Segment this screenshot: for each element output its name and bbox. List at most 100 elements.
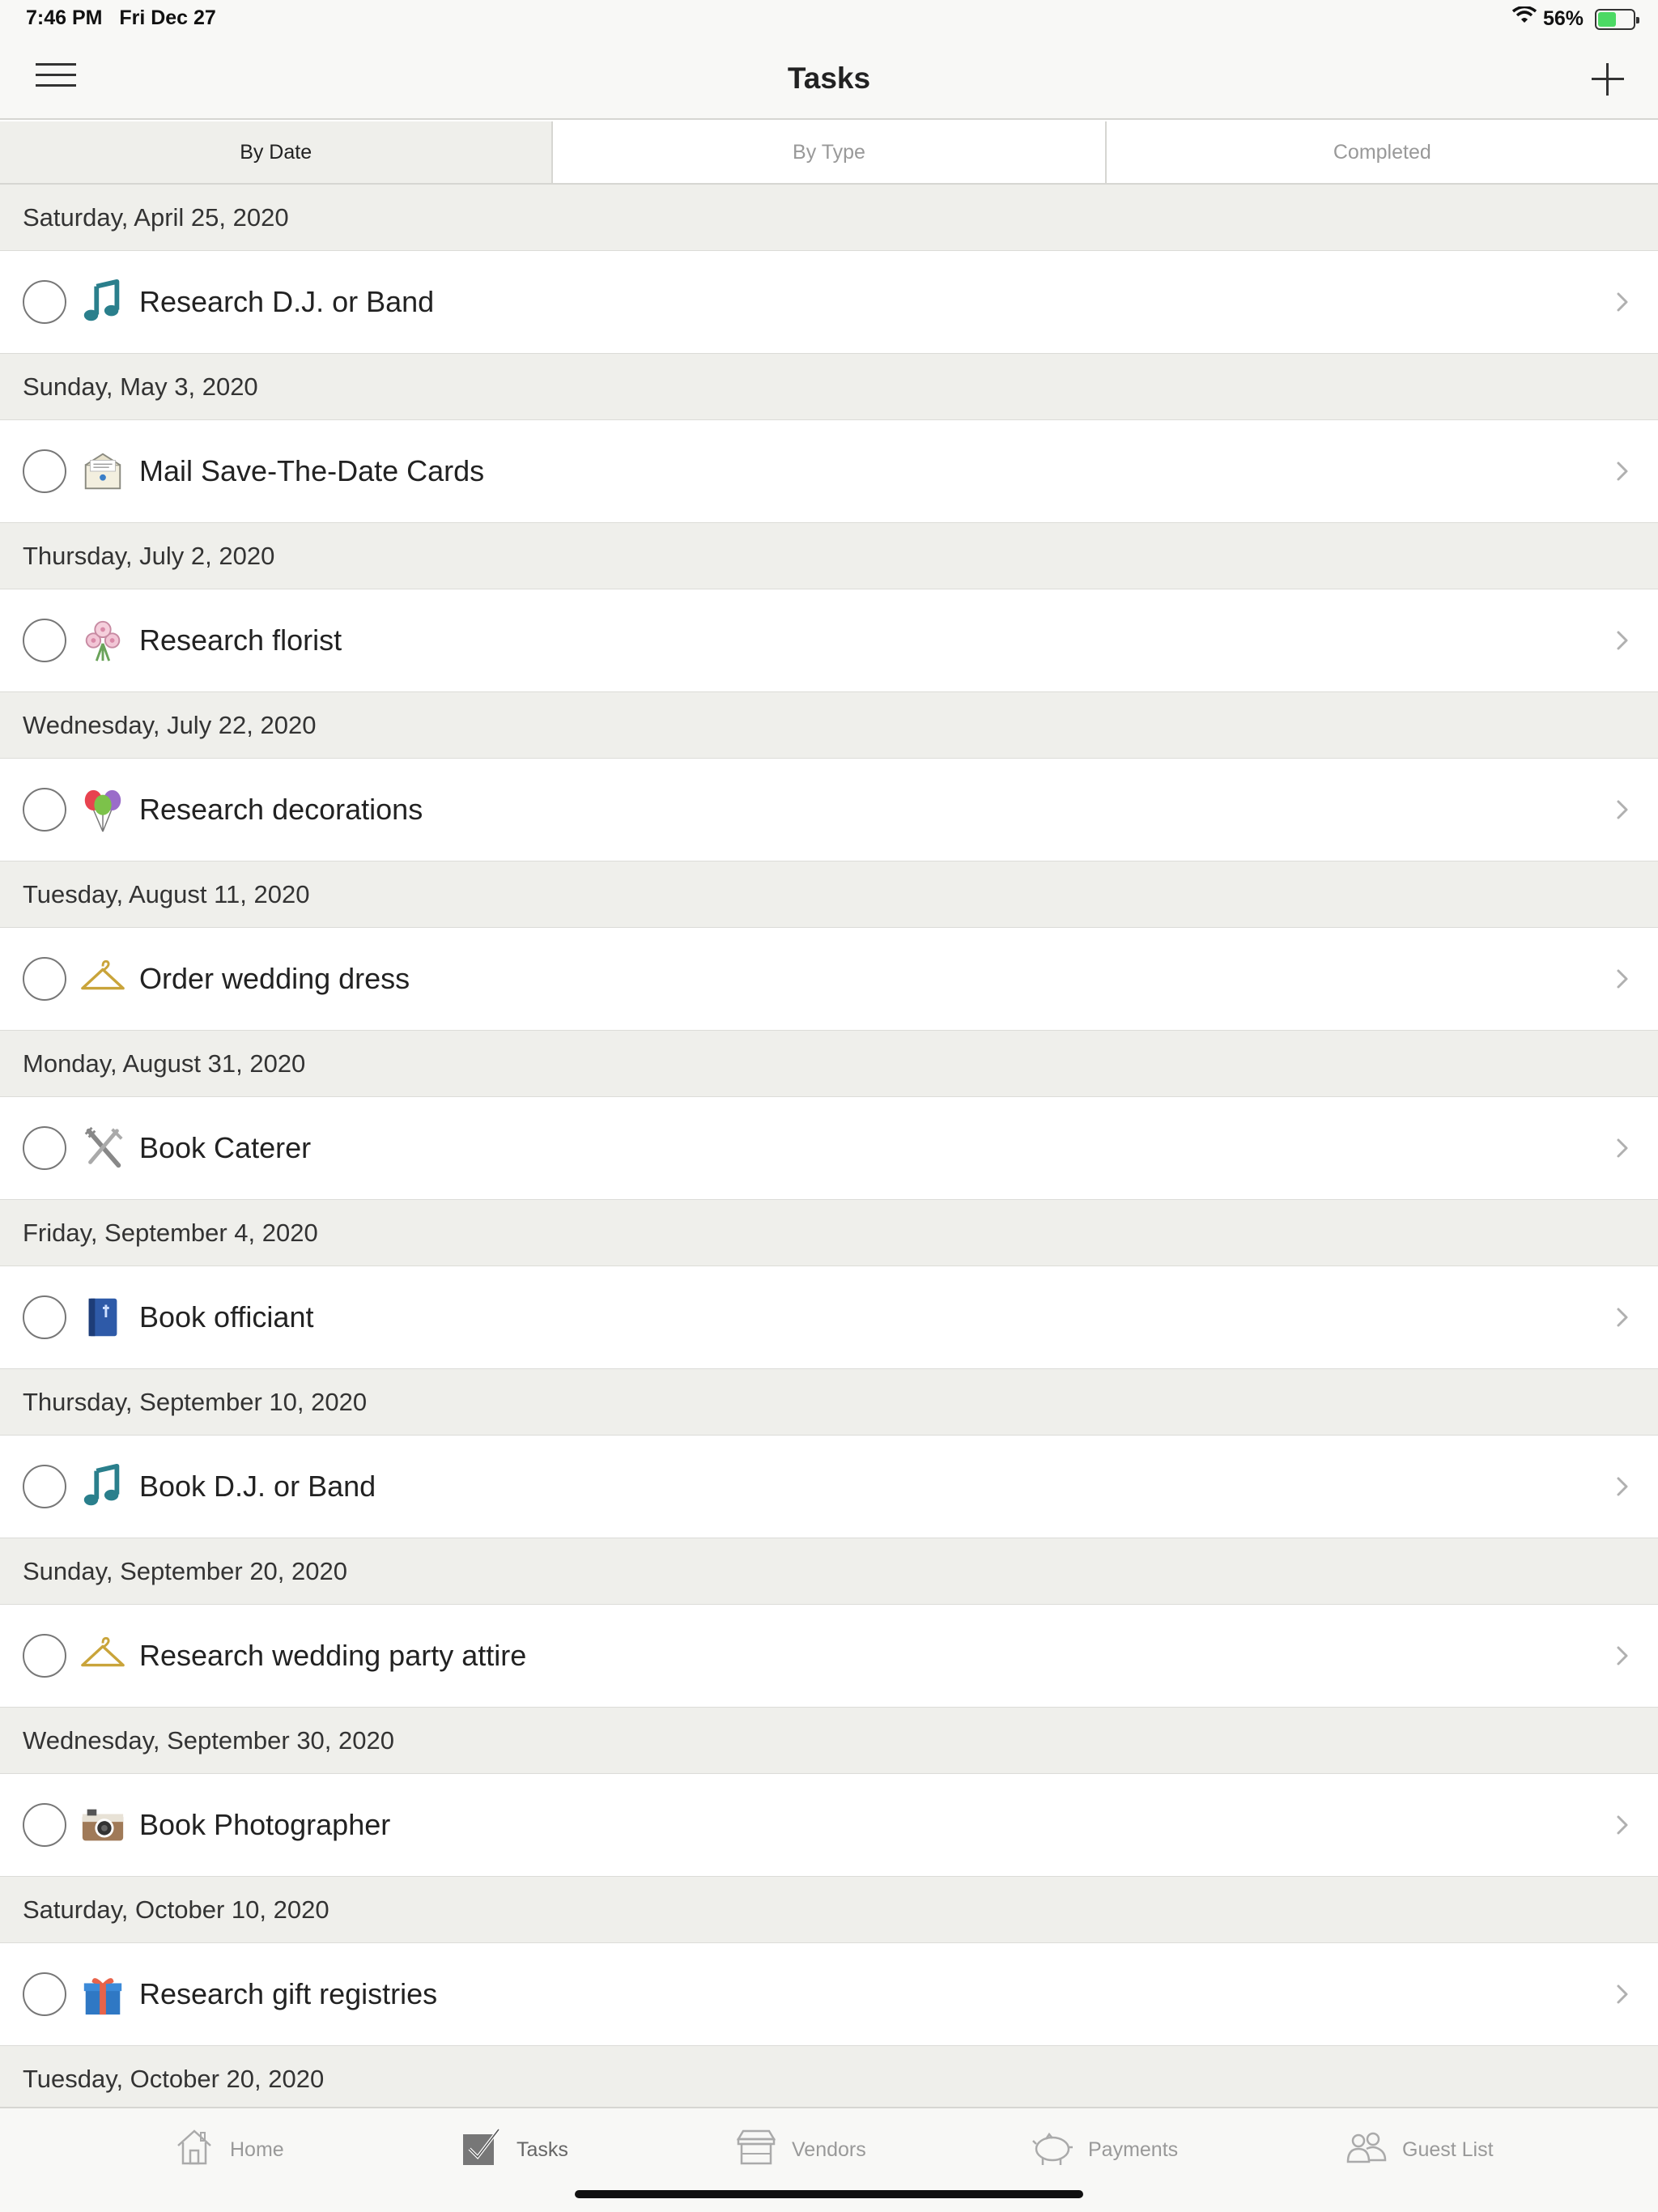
tabbar-item-vendors[interactable]: Vendors — [735, 2126, 866, 2174]
chevron-right-icon — [1611, 1475, 1634, 1498]
task-complete-checkbox[interactable] — [23, 957, 66, 1001]
task-row[interactable]: Book officiant — [0, 1266, 1658, 1369]
section-header-date: Thursday, September 10, 2020 — [0, 1369, 1658, 1436]
camera-icon — [79, 1802, 126, 1848]
tabbar-label: Payments — [1088, 2138, 1179, 2161]
task-label: Research gift registries — [139, 1977, 438, 2010]
task-label: Research decorations — [139, 793, 423, 826]
task-complete-checkbox[interactable] — [23, 1295, 66, 1339]
flowers-icon — [79, 617, 126, 664]
task-row[interactable]: Book Caterer — [0, 1097, 1658, 1200]
section-header-date: Wednesday, July 22, 2020 — [0, 692, 1658, 759]
task-label: Book Photographer — [139, 1808, 391, 1841]
piggy-bank-icon — [1031, 2126, 1073, 2174]
balloons-icon — [79, 786, 126, 833]
chevron-right-icon — [1611, 968, 1634, 990]
tabbar-label: Home — [230, 2138, 284, 2161]
chevron-right-icon — [1611, 1137, 1634, 1159]
task-complete-checkbox[interactable] — [23, 1126, 66, 1170]
task-complete-checkbox[interactable] — [23, 788, 66, 832]
segmented-control: By Date By Type Completed — [0, 121, 1658, 185]
battery-tip — [1636, 16, 1639, 23]
task-complete-checkbox[interactable] — [23, 280, 66, 324]
people-icon — [1346, 2126, 1388, 2174]
task-label: Research D.J. or Band — [139, 285, 435, 318]
tabbar-label: Vendors — [792, 2138, 866, 2161]
battery-percent: 56% — [1542, 7, 1584, 30]
task-row[interactable]: Research gift registries — [0, 1943, 1658, 2046]
status-bar: 7:46 PM Fri Dec 27 56% — [0, 0, 1658, 39]
music-note-icon — [79, 279, 126, 325]
section-header-date: Friday, September 4, 2020 — [0, 1200, 1658, 1266]
tabbar-label: Tasks — [517, 2138, 568, 2161]
tab-completed[interactable]: Completed — [1104, 121, 1658, 183]
envelope-icon — [79, 448, 126, 495]
tabbar-item-guest-list[interactable]: Guest List — [1346, 2126, 1494, 2174]
task-complete-checkbox[interactable] — [23, 1803, 66, 1847]
chevron-right-icon — [1611, 629, 1634, 652]
chevron-right-icon — [1611, 291, 1634, 313]
section-header-date: Sunday, September 20, 2020 — [0, 1538, 1658, 1605]
section-header-date: Monday, August 31, 2020 — [0, 1031, 1658, 1097]
task-label: Research wedding party attire — [139, 1639, 527, 1672]
task-row[interactable]: Mail Save-The-Date Cards — [0, 420, 1658, 523]
tab-by-type[interactable]: By Type — [551, 121, 1105, 183]
chevron-right-icon — [1611, 460, 1634, 483]
task-label: Book officiant — [139, 1300, 314, 1334]
chevron-right-icon — [1611, 798, 1634, 821]
tasks-checkbox-icon — [460, 2126, 502, 2174]
gift-icon — [79, 1971, 126, 2018]
section-header-date: Wednesday, September 30, 2020 — [0, 1708, 1658, 1774]
home-indicator — [575, 2190, 1083, 2198]
status-time: 7:46 PM Fri Dec 27 — [26, 6, 216, 30]
task-complete-checkbox[interactable] — [23, 619, 66, 662]
tabbar-item-payments[interactable]: Payments — [1031, 2126, 1178, 2174]
battery-level — [1598, 11, 1616, 27]
task-row[interactable]: Research wedding party attire — [0, 1605, 1658, 1708]
storefront-icon — [735, 2126, 777, 2174]
add-task-button[interactable] — [1585, 57, 1630, 102]
task-complete-checkbox[interactable] — [23, 1634, 66, 1678]
task-label: Research florist — [139, 623, 342, 657]
chevron-right-icon — [1611, 1306, 1634, 1329]
page-title: Tasks — [787, 62, 871, 95]
section-header-date: Saturday, October 10, 2020 — [0, 1877, 1658, 1943]
chevron-right-icon — [1611, 1983, 1634, 2006]
task-row[interactable]: Research florist — [0, 589, 1658, 692]
task-label: Mail Save-The-Date Cards — [139, 454, 485, 487]
navigation-bar: Tasks — [0, 39, 1658, 120]
tabbar-item-tasks[interactable]: Tasks — [460, 2126, 568, 2174]
task-row[interactable]: Order wedding dress — [0, 928, 1658, 1031]
section-header-date: Saturday, April 25, 2020 — [0, 185, 1658, 251]
utensils-icon — [79, 1125, 126, 1172]
chevron-right-icon — [1611, 1644, 1634, 1667]
task-label: Book D.J. or Band — [139, 1470, 376, 1503]
chevron-right-icon — [1611, 1814, 1634, 1836]
task-list[interactable]: Saturday, April 25, 2020 Research D.J. or… — [0, 185, 1658, 2107]
tab-by-date[interactable]: By Date — [0, 121, 552, 183]
status-indicators: 56% — [1511, 5, 1639, 32]
section-header-date: Tuesday, August 11, 2020 — [0, 861, 1658, 928]
section-header-date: Sunday, May 3, 2020 — [0, 354, 1658, 420]
task-row[interactable]: Book D.J. or Band — [0, 1436, 1658, 1538]
section-header-date: Thursday, July 2, 2020 — [0, 523, 1658, 589]
status-clock: 7:46 PM — [26, 6, 103, 29]
task-row[interactable]: Book Photographer — [0, 1774, 1658, 1877]
battery-icon — [1595, 8, 1639, 30]
wifi-icon — [1511, 5, 1537, 32]
hanger-icon — [79, 1632, 126, 1679]
task-label: Order wedding dress — [139, 962, 410, 995]
status-date: Fri Dec 27 — [119, 6, 216, 29]
task-complete-checkbox[interactable] — [23, 1972, 66, 2016]
music-note-icon — [79, 1463, 126, 1510]
hanger-icon — [79, 955, 126, 1002]
section-header-date: Tuesday, October 20, 2020 — [0, 2046, 1658, 2107]
task-complete-checkbox[interactable] — [23, 449, 66, 493]
task-row[interactable]: Research decorations — [0, 759, 1658, 861]
task-row[interactable]: Research D.J. or Band — [0, 251, 1658, 354]
tabbar-item-home[interactable]: Home — [173, 2126, 284, 2174]
tabbar-label: Guest List — [1402, 2138, 1494, 2161]
task-complete-checkbox[interactable] — [23, 1465, 66, 1508]
home-icon — [173, 2126, 215, 2174]
task-label: Book Caterer — [139, 1131, 312, 1164]
